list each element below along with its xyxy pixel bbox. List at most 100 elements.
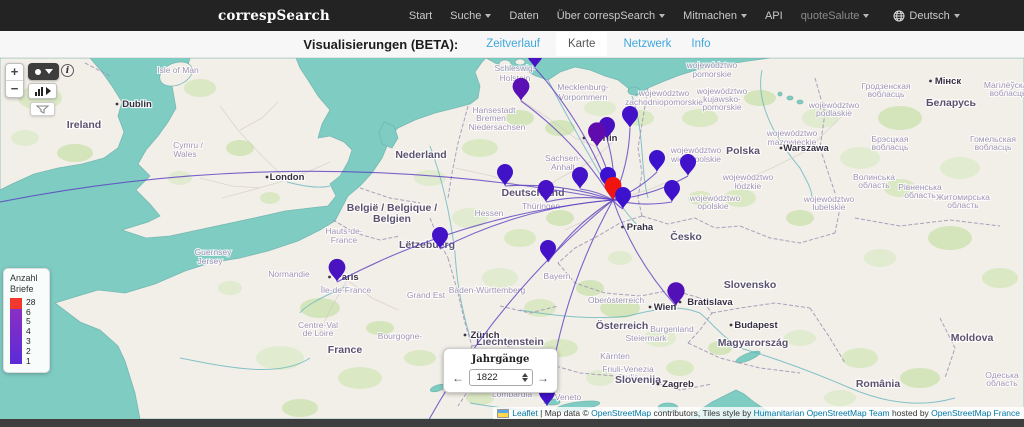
map-canvas[interactable]: Isle of ManSchleswig-HolsteinMecklenburg… xyxy=(0,58,1024,419)
map-label: область xyxy=(858,180,890,190)
year-control: Jahrgänge ← 1822 → xyxy=(443,348,558,393)
map-label: Slovenija xyxy=(615,374,661,386)
map-label: Budapest xyxy=(734,320,778,331)
viz-tab-netzwerk[interactable]: Netzwerk xyxy=(623,38,671,50)
map-label: Bourgogne- xyxy=(378,331,423,341)
osmfr-link[interactable]: OpenStreetMap France xyxy=(931,408,1020,418)
map-label: вобласць xyxy=(868,89,905,99)
map-label: Isle of Man xyxy=(157,65,199,75)
map-label: France xyxy=(331,235,358,245)
map-label: Veneto xyxy=(555,392,582,402)
viz-tab-info[interactable]: Info xyxy=(691,38,710,50)
map-label: Bayern xyxy=(544,271,571,281)
zoom-out-button[interactable]: − xyxy=(6,81,23,97)
year-value: 1822 xyxy=(477,372,498,383)
map-label: opolskie xyxy=(697,201,728,211)
map-label: Slovensko xyxy=(724,279,777,291)
nav-item-daten[interactable]: Daten xyxy=(500,10,547,22)
map-label: de Loire xyxy=(303,328,334,338)
map-label: Dublin xyxy=(122,99,152,110)
legend: Anzahl Briefe 28 6 5 4 3 2 1 xyxy=(3,268,50,373)
caret-down-icon xyxy=(485,14,491,18)
zoom-in-button[interactable]: + xyxy=(6,64,23,81)
map-label: Vorpommern xyxy=(559,92,608,102)
map-label: Wien xyxy=(654,302,677,313)
marker-dot-icon xyxy=(35,69,41,75)
nav-item-start[interactable]: Start xyxy=(400,10,441,22)
map-label: Niedersachsen xyxy=(469,122,526,132)
viz-title: Visualisierungen (BETA): xyxy=(303,37,458,52)
map-label: Praha xyxy=(627,222,654,233)
map-label: вобласць xyxy=(872,142,909,152)
map-label: Grand Est xyxy=(407,290,446,300)
nav-item-ueber[interactable]: Über correspSearch xyxy=(548,10,674,22)
brand[interactable]: correspSearch xyxy=(218,8,330,24)
map-label: zachodniopomorskie xyxy=(625,97,703,107)
map-label: вобласць xyxy=(990,88,1024,98)
legend-color-bar xyxy=(10,298,22,364)
nav-item-suche[interactable]: Suche xyxy=(441,10,500,22)
year-control-title: Jahrgänge xyxy=(444,354,557,365)
hot-link[interactable]: Humanitarian OpenStreetMap Team xyxy=(754,408,890,418)
prev-year-button[interactable]: ← xyxy=(452,372,464,384)
map-label: Ireland xyxy=(67,119,101,131)
page-footer xyxy=(0,419,1024,427)
map-label: Anhalt xyxy=(551,162,576,172)
marker-mode-button[interactable] xyxy=(28,63,59,80)
map-label: Moldova xyxy=(951,332,994,344)
map-label: Magyarország xyxy=(718,337,789,349)
legend-title-line2: Briefe xyxy=(10,284,45,295)
nav-item-quotesalute[interactable]: quoteSalute xyxy=(792,10,879,22)
page: correspSearch Start Suche Daten Über cor… xyxy=(0,0,1024,427)
next-year-button[interactable]: → xyxy=(537,372,549,384)
map-label: Thüringen xyxy=(522,201,561,211)
map-label: Île-de-France xyxy=(320,285,372,295)
map-label: Беларусь xyxy=(926,97,977,109)
map-label: Deutschland xyxy=(501,187,564,199)
map-label: Мінск xyxy=(935,76,962,87)
visualization-bar: Visualisierungen (BETA): Zeitverlauf Kar… xyxy=(0,31,1024,58)
map-label: Burgenland xyxy=(650,324,694,334)
map-label: pomorskie xyxy=(692,69,731,79)
map-label: Steiermark xyxy=(625,333,667,343)
legend-values: 28 6 5 4 3 2 1 xyxy=(26,298,35,366)
nav-item-api[interactable]: API xyxy=(756,10,792,22)
map-label: Polska xyxy=(726,145,760,157)
map-label: London xyxy=(270,172,305,183)
nav-menu: Start Suche Daten Über correspSearch Mit… xyxy=(400,10,969,22)
nav-item-mitmachen[interactable]: Mitmachen xyxy=(674,10,756,22)
legend-title-line1: Anzahl xyxy=(10,273,45,284)
map-label: Normandie xyxy=(268,269,310,279)
map-label: Warszawa xyxy=(783,143,829,154)
map-label: область xyxy=(947,200,979,210)
caret-down-icon xyxy=(954,14,960,18)
map-label: Oberösterreich xyxy=(588,295,644,305)
ukraine-flag-icon xyxy=(497,409,509,418)
info-button[interactable]: i xyxy=(61,64,74,77)
leaflet-link[interactable]: Leaflet xyxy=(512,408,538,418)
viz-tab-zeitverlauf[interactable]: Zeitverlauf xyxy=(486,38,540,50)
map-label: Hessen xyxy=(475,208,504,218)
year-select[interactable]: 1822 xyxy=(469,369,533,386)
map-label: lubelskie xyxy=(812,202,845,212)
globe-icon xyxy=(893,10,905,22)
map-label: область xyxy=(986,378,1018,388)
map-label: Kärnten xyxy=(600,351,630,361)
map-label: Zürich xyxy=(470,330,499,341)
map-label: Schleswig- xyxy=(494,63,535,73)
map-label: Wales xyxy=(173,149,196,159)
zoom-control: + − xyxy=(5,63,24,98)
map-label: Bratislava xyxy=(687,297,733,308)
viz-tab-karte[interactable]: Karte xyxy=(556,32,608,56)
language-selector[interactable]: Deutsch xyxy=(884,10,968,22)
bar-chart-icon xyxy=(35,87,43,96)
navbar: correspSearch Start Suche Daten Über cor… xyxy=(0,0,1024,31)
osm-link[interactable]: OpenStreetMap xyxy=(591,408,651,418)
chart-play-button[interactable] xyxy=(28,83,57,99)
map-label: România xyxy=(856,378,901,390)
map-label: вобласць xyxy=(975,142,1012,152)
filter-button[interactable] xyxy=(30,102,55,116)
map-label: podlaskie xyxy=(816,108,852,118)
caret-down-icon xyxy=(659,14,665,18)
map-label: Mecklenburg- xyxy=(557,82,609,92)
